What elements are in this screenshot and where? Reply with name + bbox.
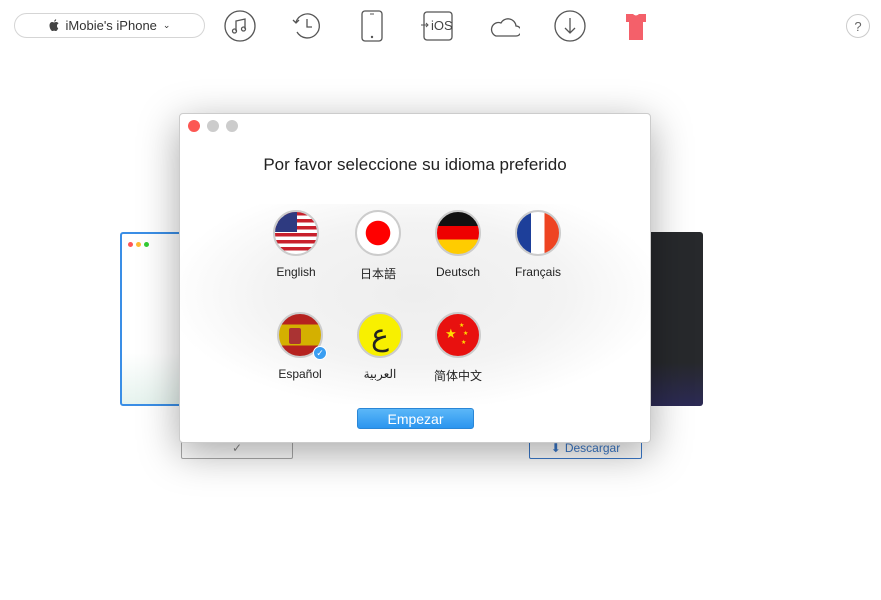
language-english[interactable]: English bbox=[256, 210, 336, 279]
dialog-title: Por favor seleccione su idioma preferido bbox=[263, 155, 567, 174]
language-japanese[interactable]: 日本語 bbox=[338, 210, 418, 282]
language-label: Français bbox=[514, 265, 561, 279]
language-label: 简体中文 bbox=[433, 369, 482, 383]
tshirt-icon bbox=[626, 14, 646, 40]
language-label: English bbox=[276, 265, 316, 279]
tshirt-button[interactable] bbox=[620, 10, 652, 42]
cloud-button[interactable] bbox=[488, 10, 520, 42]
language-french[interactable]: Français bbox=[498, 210, 578, 279]
close-button[interactable] bbox=[188, 120, 200, 132]
phone-icon bbox=[361, 10, 383, 42]
zoom-button[interactable] bbox=[226, 120, 238, 132]
language-chinese[interactable]: ★ ★ ★ ★ 简体中文 bbox=[418, 312, 498, 384]
music-icon bbox=[224, 10, 256, 42]
phone-button[interactable] bbox=[356, 10, 388, 42]
download-label: Descargar bbox=[564, 441, 621, 455]
cloud-icon bbox=[490, 18, 520, 37]
music-button[interactable] bbox=[224, 10, 256, 42]
cn-flag-icon: ★ ★ ★ ★ bbox=[435, 312, 481, 358]
device-selector[interactable]: iMobie's iPhone ⌄ bbox=[14, 13, 205, 38]
download-arrow-icon: ⬇ bbox=[550, 441, 561, 455]
language-spanish[interactable]: ✓ Español bbox=[260, 312, 340, 381]
download-button[interactable] bbox=[554, 10, 586, 42]
ios-transfer-button[interactable]: iOS bbox=[421, 10, 453, 42]
minimize-button[interactable] bbox=[207, 120, 219, 132]
language-label: Deutsch bbox=[435, 265, 481, 279]
de-flag-icon bbox=[435, 210, 481, 256]
ios-label: iOS bbox=[431, 18, 453, 33]
fr-flag-icon bbox=[515, 210, 561, 256]
us-flag-icon bbox=[273, 210, 319, 256]
toolbar: iMobie's iPhone ⌄ iOS ? bbox=[0, 0, 881, 50]
apple-icon bbox=[49, 19, 59, 31]
history-button[interactable] bbox=[291, 10, 323, 42]
language-dialog: Por favor seleccione su idioma preferido… bbox=[179, 113, 651, 443]
language-label: Español bbox=[278, 367, 322, 381]
arabic-glyph: ع bbox=[371, 318, 389, 352]
language-arabic[interactable]: ع العربية bbox=[340, 312, 420, 381]
language-label: العربية bbox=[363, 367, 397, 381]
history-icon bbox=[292, 13, 320, 39]
window-dots-icon bbox=[128, 242, 149, 247]
download-icon bbox=[554, 10, 586, 42]
language-label: 日本語 bbox=[359, 267, 396, 281]
start-button[interactable]: Empezar bbox=[357, 408, 474, 429]
selected-check-icon: ✓ bbox=[313, 346, 327, 360]
language-german[interactable]: Deutsch bbox=[418, 210, 498, 279]
window-controls bbox=[188, 120, 238, 132]
jp-flag-icon bbox=[355, 210, 401, 256]
help-button[interactable]: ? bbox=[846, 14, 870, 38]
arabic-letter-icon: ع bbox=[357, 312, 403, 358]
device-name: iMobie's iPhone bbox=[65, 18, 157, 33]
chevron-down-icon: ⌄ bbox=[162, 20, 171, 30]
